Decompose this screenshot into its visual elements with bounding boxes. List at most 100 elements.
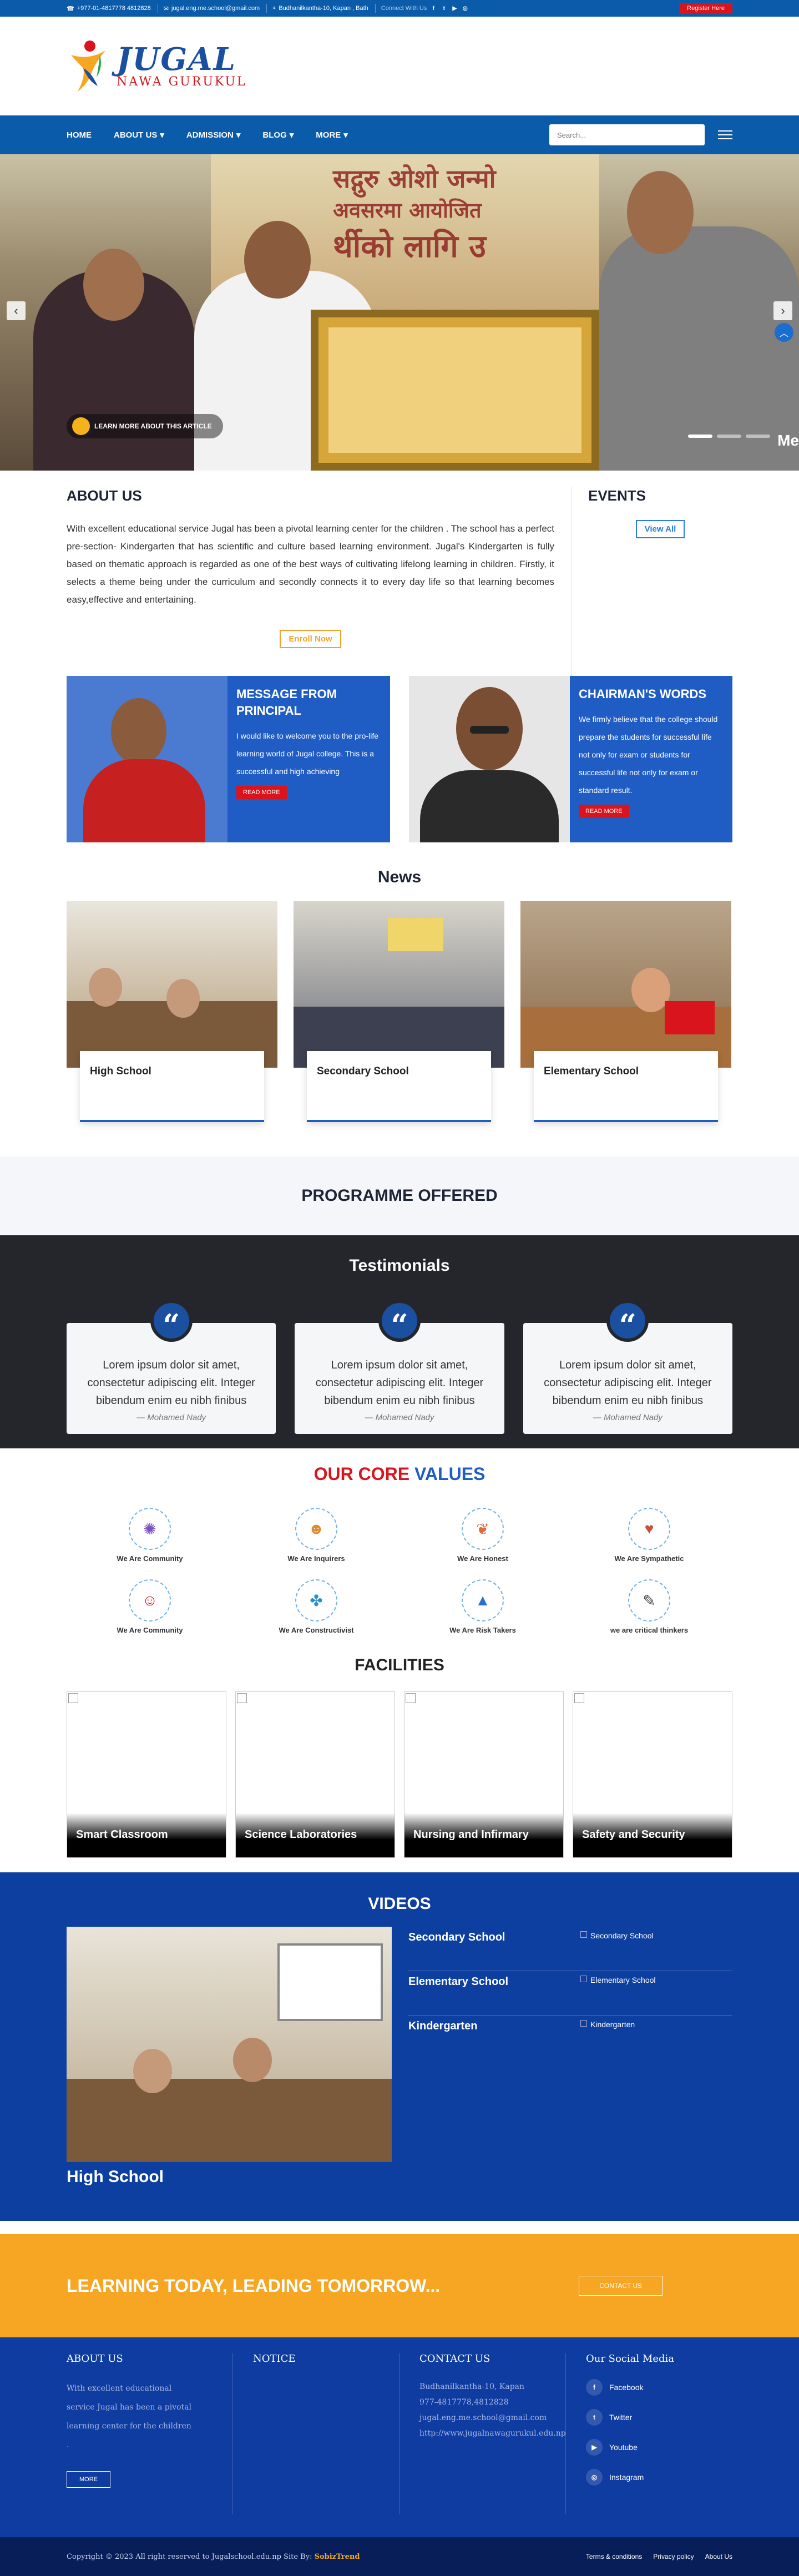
news-label: Elementary School [534, 1051, 718, 1122]
value-item: ♥ We Are Sympathetic [566, 1508, 732, 1563]
logo[interactable]: JUGAL NAWA GURUKUL [67, 38, 732, 94]
news-label: High School [80, 1051, 264, 1122]
footer-contact-list: Budhanilkantha-10, Kapan 977-4817778,481… [419, 2379, 566, 2441]
nav-about-label: ABOUT US [114, 130, 158, 140]
youtube-link[interactable]: ▶ Youtube [586, 2439, 721, 2456]
testimonial-author: — Mohamed Nady [593, 1413, 663, 1422]
messages-section: MESSAGE FROM PRINCIPAL I would like to w… [67, 676, 732, 842]
events-title: EVENTS [588, 487, 646, 504]
location-icon: ⌖ [272, 4, 276, 12]
facility-card[interactable]: Nursing and Infirmary [404, 1691, 564, 1858]
hero-cta-button[interactable]: LEARN MORE ABOUT THIS ARTICLE [67, 414, 223, 438]
slider-next-button[interactable]: › [773, 301, 792, 320]
testimonial-author: — Mohamed Nady [365, 1413, 434, 1422]
search-input[interactable] [549, 124, 705, 145]
news-card[interactable]: Secondary School [294, 901, 504, 1123]
slider-prev-button[interactable]: ‹ [7, 301, 26, 320]
facebook-link[interactable]: f Facebook [586, 2379, 721, 2396]
broken-image-icon [237, 1693, 247, 1703]
video-list-item[interactable]: Secondary School Secondary School [408, 1927, 732, 1971]
contact-us-button[interactable]: CONTACT US [579, 2276, 663, 2296]
chairman-message-text: We firmly believe that the college shoul… [579, 715, 718, 795]
value-item: ✺ We Are Community [67, 1508, 233, 1563]
nav-more[interactable]: MORE ▾ [316, 130, 348, 140]
caret-down-icon: ▾ [343, 130, 348, 140]
value-item: ▲ We Are Risk Takers [400, 1579, 566, 1634]
twitter-icon[interactable]: t [440, 4, 448, 12]
news-card[interactable]: Elementary School [520, 901, 731, 1123]
nav-blog[interactable]: BLOG ▾ [262, 130, 294, 140]
slider-pager[interactable] [688, 435, 770, 438]
footer-social: Our Social Media f Facebook t Twitter ▶ You… [566, 2353, 732, 2514]
about-link[interactable]: About Us [705, 2553, 732, 2560]
news-card[interactable]: High School [67, 901, 277, 1123]
value-item: ❦ We Are Honest [400, 1508, 566, 1563]
connect-info: Connect With Us f t ▶ ◎ [381, 4, 476, 13]
footer-about-title: ABOUT US [67, 2353, 123, 2365]
hero-side-text: Me [777, 432, 799, 449]
view-all-button[interactable]: View All [635, 520, 685, 538]
connect-label: Connect With Us [381, 5, 427, 12]
footer-contact: CONTACT US Budhanilkantha-10, Kapan 977-… [400, 2353, 566, 2514]
enroll-now-button[interactable]: Enroll Now [280, 630, 341, 648]
facility-card[interactable]: Safety and Security [573, 1691, 732, 1858]
phone-icon: ☎ [67, 5, 74, 12]
youtube-icon[interactable]: ▶ [451, 4, 458, 12]
video-list-item[interactable]: Elementary School Elementary School [408, 1971, 732, 2016]
about-title: ABOUT US [67, 487, 142, 504]
nav-home[interactable]: HOME [67, 130, 92, 140]
facility-card[interactable]: Smart Classroom [67, 1691, 226, 1858]
phone-info: ☎ +977-01-4817778 4812828 [67, 4, 158, 13]
about-section: ABOUT US With excellent educational serv… [67, 471, 732, 676]
footer-website-link[interactable]: http://www.jugalnawagurukul.edu.np [419, 2426, 566, 2441]
news-title: News [377, 868, 422, 886]
facebook-icon[interactable]: f [429, 4, 437, 12]
terms-link[interactable]: Terms & conditions [586, 2553, 642, 2560]
critical-thinkers-icon: ✎ [628, 1579, 670, 1622]
nav-about[interactable]: ABOUT US ▾ [114, 130, 164, 140]
address-info: ⌖ Budhanilkantha-10, Kapan , Bath [272, 4, 376, 13]
featured-video[interactable]: High School [67, 1927, 392, 2186]
footer-email-link[interactable]: jugal.eng.me.school@gmail.com [419, 2410, 554, 2426]
email-text[interactable]: jugal.eng.me.school@gmail.com [171, 5, 260, 12]
constructivist-icon: ✤ [295, 1579, 337, 1622]
featured-video-image [67, 1927, 392, 2162]
email-info[interactable]: ✉ jugal.eng.me.school@gmail.com [164, 4, 267, 13]
broken-image-icon [574, 1693, 584, 1703]
core-values-section: OUR CORE VALUES ✺ We Are Community ☻ We Ar… [67, 1448, 732, 1653]
privacy-link[interactable]: Privacy policy [653, 2553, 694, 2560]
menu-icon[interactable] [718, 130, 732, 139]
footer-more-button[interactable]: MORE [67, 2471, 110, 2488]
facility-card[interactable]: Science Laboratories [235, 1691, 395, 1858]
value-item: ✎ we are critical thinkers [566, 1579, 732, 1634]
value-item: ✤ We Are Constructivist [233, 1579, 400, 1634]
facility-label: Science Laboratories [236, 1813, 395, 1857]
nav-admission-label: ADMISSION [186, 130, 234, 140]
testimonials-section: Testimonials “ Lorem ipsum dolor sit ame… [0, 1235, 799, 1448]
scroll-top-button[interactable]: ︿ [775, 323, 793, 342]
broken-image-icon [406, 1693, 416, 1703]
register-button[interactable]: Register Here [679, 3, 732, 14]
site-by-link[interactable]: SobizTrend [315, 2553, 360, 2561]
phone-text: +977-01-4817778 4812828 [77, 5, 151, 12]
events-panel: EVENTS View All [572, 487, 732, 676]
principal-read-more-button[interactable]: READ MORE [236, 786, 287, 799]
principal-photo [67, 676, 227, 842]
twitter-link[interactable]: t Twitter [586, 2409, 721, 2426]
caret-down-icon: ▾ [236, 130, 241, 140]
quote-icon: “ [150, 1300, 193, 1343]
video-list-item[interactable]: Kindergarten Kindergarten [408, 2016, 732, 2060]
facilities-title: FACILITIES [355, 1656, 444, 1674]
principal-message-text: I would like to welcome you to the pro-l… [236, 731, 379, 776]
instagram-link[interactable]: ◎ Instagram [586, 2469, 721, 2486]
chairman-read-more-button[interactable]: READ MORE [579, 805, 629, 818]
instagram-icon: ◎ [586, 2469, 603, 2486]
footer-contact-title: CONTACT US [419, 2353, 490, 2365]
testimonial-text: Lorem ipsum dolor sit amet, consectetur … [87, 1359, 255, 1407]
nav-admission[interactable]: ADMISSION ▾ [186, 130, 241, 140]
quote-icon: “ [378, 1300, 421, 1343]
instagram-icon[interactable]: ◎ [461, 4, 469, 12]
logo-name: JUGAL [117, 41, 236, 78]
copyright-text: Copyright © 2023 All right reserved to J… [67, 2552, 360, 2561]
footer-about: ABOUT US With excellent educational serv… [67, 2353, 233, 2514]
